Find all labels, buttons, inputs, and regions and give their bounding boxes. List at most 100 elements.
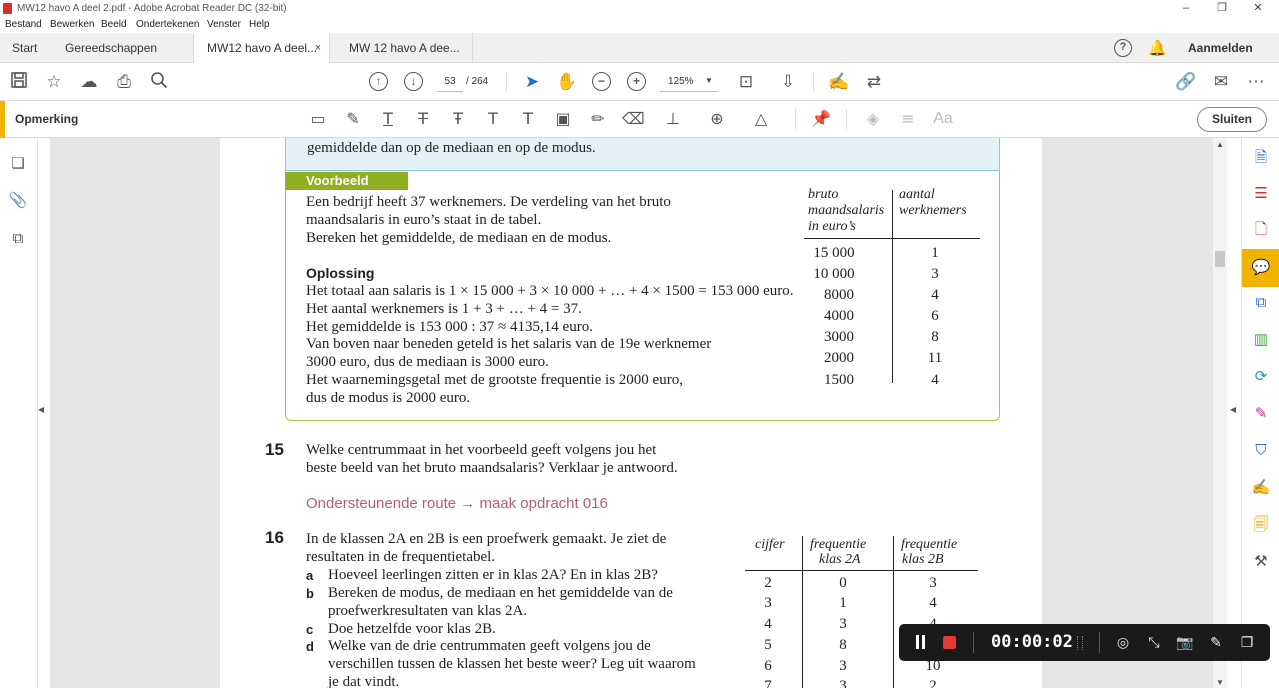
bookmark-star-icon[interactable]: ☆ [43,71,65,93]
sticky-note-icon[interactable]: ▭ [307,108,329,130]
close-comment-button[interactable]: Sluiten [1197,107,1267,132]
close-tab-button[interactable]: × [315,33,321,63]
save-icon[interactable] [8,71,30,93]
zoom-in-icon[interactable]: + [627,72,646,91]
text-box-icon[interactable]: ▣ [552,108,574,130]
table-cell: 10 000 [813,266,855,282]
page-fit-icon[interactable]: ⊡ [735,71,757,93]
combine-files-icon[interactable]: ⧉ [1251,293,1271,313]
collapse-right-pane-icon[interactable]: ◀ [1230,405,1236,414]
send-for-review-icon[interactable]: 🗐 [1251,515,1271,535]
scroll-up-icon[interactable]: ▲ [1216,140,1224,149]
menu-beeld[interactable]: Beeld [101,19,127,30]
tab-start[interactable]: Start [12,33,37,63]
insert-text-icon[interactable]: T [482,108,504,130]
screen-recorder-bar: 00:00:02 ◎ ⤡ 📷 ✎ ❐ [899,624,1270,661]
example-text-line: maandsalaris in euro’s staat in de tabel… [306,212,542,228]
notification-bell-icon[interactable]: 🔔 [1148,39,1167,57]
tab-document-1[interactable]: MW12 havo A deel... × [193,33,330,63]
line-weight-icon[interactable]: ≡ [897,108,919,130]
previous-page-icon[interactable]: ↑ [369,72,388,91]
scroll-down-icon[interactable]: ▼ [1216,678,1224,687]
subquestion-letter: b [306,586,314,601]
minimize-recorder-icon[interactable]: ❐ [1237,633,1257,653]
print-icon[interactable]: ⎙ [113,71,135,93]
highlight-icon[interactable]: ✎ [342,108,364,130]
support-route-link[interactable]: Ondersteunende route → maak opdracht 016 [306,495,608,512]
page-thumbnails-icon[interactable]: ❏ [8,154,28,174]
select-cursor-icon[interactable]: ➤ [521,71,543,93]
expand-left-pane-icon[interactable]: ◀ [38,405,44,414]
table-cell: 8000 [824,287,854,303]
export-pdf-icon[interactable]: 🗎 [1251,148,1271,168]
next-page-icon[interactable]: ↓ [404,72,423,91]
table-divider [892,190,893,383]
menu-ondertekenen[interactable]: Ondertekenen [136,19,199,30]
sign-in-button[interactable]: Aanmelden [1188,33,1253,63]
fullscreen-icon[interactable]: ⤡ [1144,633,1164,653]
restore-button[interactable]: ❐ [1212,1,1232,15]
minimize-button[interactable]: – [1176,1,1196,15]
solution-heading: Oplossing [306,265,375,281]
underline-text-icon[interactable]: T [377,108,399,130]
webcam-icon[interactable]: ◎ [1113,633,1133,653]
comment-tool-icon[interactable]: 💬 [1242,249,1279,287]
table-cell: 6 [931,308,939,324]
share-icon[interactable]: ⇄ [863,71,885,93]
menu-help[interactable]: Help [249,19,270,30]
subquestion-text: je dat vindt. [328,674,400,688]
vertical-scrollbar[interactable]: ▲ ▼ [1213,138,1227,688]
scroll-mode-icon[interactable]: ⇩ [777,71,799,93]
hand-tool-icon[interactable]: ✋ [556,71,578,93]
add-text-icon[interactable]: T [517,108,539,130]
comment-mode-accent [0,101,5,138]
help-icon[interactable]: ? [1114,39,1132,57]
attachments-icon[interactable]: 📎 [8,191,28,211]
more-tools-icon[interactable]: ⚒ [1251,552,1271,572]
left-navigation-pane: ❏ 📎 ⧉ [0,138,38,688]
scroll-thumb[interactable] [1215,251,1225,267]
scan-ocr-icon[interactable]: ⟳ [1251,367,1271,387]
request-signatures-icon[interactable]: ✍ [1251,478,1271,498]
attach-file-icon[interactable]: ⊕ [706,108,728,130]
fill-sign-icon[interactable]: ✍ [828,71,850,93]
zoom-out-icon[interactable]: − [592,72,611,91]
pencil-draw-icon[interactable]: ✏ [587,108,609,130]
pin-icon[interactable]: 📌 [810,108,832,130]
text-properties-icon[interactable]: Aa [932,108,954,130]
solution-text-line: Het totaal aan salaris is 1 × 15 000 + 3… [306,283,794,299]
zoom-dropdown-chevron-icon[interactable]: ▼ [705,76,713,85]
table-cell: 3000 [824,329,854,345]
table-cell: 3 [839,616,847,632]
solution-text-line: 3000 euro, dus de mediaan is 3000 euro. [306,354,549,370]
organize-pages-icon[interactable]: ☰ [1251,184,1271,204]
strikethrough-icon[interactable]: T [412,108,434,130]
screenshot-camera-icon[interactable]: 📷 [1175,633,1195,653]
shapes-icon[interactable]: △ [750,108,772,130]
menu-bewerken[interactable]: Bewerken [50,19,94,30]
create-pdf-icon[interactable]: 🗋 [1251,220,1271,240]
tab-tools[interactable]: Gereedschappen [65,33,157,63]
close-window-button[interactable]: ✕ [1248,1,1268,15]
upload-cloud-icon[interactable]: ☁ [78,71,100,93]
menu-venster[interactable]: Venster [207,19,241,30]
fill-color-icon[interactable]: ◈ [862,108,884,130]
draw-pen-icon[interactable]: ✎ [1206,633,1226,653]
stamp-icon[interactable]: ⊥ [662,108,684,130]
replace-text-icon[interactable]: Ŧ [447,108,469,130]
menu-bestand[interactable]: Bestand [5,19,42,30]
link-icon[interactable]: 🔗 [1175,71,1197,93]
tab-document-2[interactable]: MW 12 havo A dee... [337,33,473,63]
pause-recording-icon[interactable] [915,635,927,649]
find-icon[interactable] [148,71,170,93]
eraser-icon[interactable]: ⌫ [622,108,645,130]
more-options-icon[interactable]: ⋯ [1245,71,1267,93]
layers-icon[interactable]: ⧉ [8,229,28,249]
toolbar-divider [506,72,507,92]
stop-recording-icon[interactable] [943,636,956,649]
fill-and-sign-icon[interactable]: ✎ [1251,404,1271,424]
compress-pdf-icon[interactable]: ▥ [1251,330,1271,350]
email-icon[interactable]: ✉ [1210,71,1232,93]
page-number-input[interactable] [437,72,463,92]
protect-icon[interactable]: ⛉ [1251,441,1271,461]
